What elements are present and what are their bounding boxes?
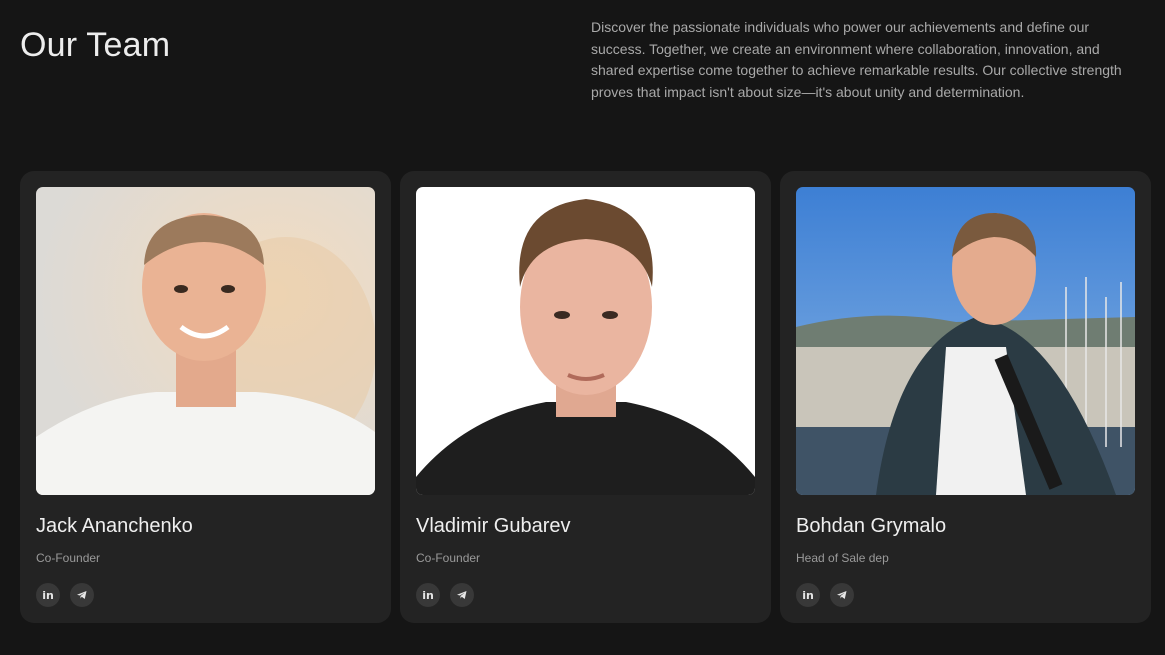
linkedin-icon: in — [42, 588, 54, 602]
member-photo — [416, 187, 755, 495]
telegram-icon — [457, 591, 467, 599]
linkedin-button[interactable]: in — [416, 583, 440, 607]
team-page: Our Team Discover the passionate individ… — [0, 0, 1165, 655]
member-photo — [796, 187, 1135, 495]
member-name: Jack Ananchenko — [36, 515, 193, 537]
telegram-button[interactable] — [450, 583, 474, 607]
social-links: in — [416, 583, 755, 607]
telegram-button[interactable] — [830, 583, 854, 607]
team-card: Vladimir Gubarev Co-Founder in — [400, 171, 771, 623]
member-role: Co-Founder — [416, 551, 481, 565]
member-role: Head of Sale dep — [796, 551, 889, 565]
linkedin-icon: in — [422, 588, 434, 602]
linkedin-icon: in — [802, 588, 814, 602]
team-card: Jack Ananchenko Co-Founder in — [20, 171, 391, 623]
linkedin-button[interactable]: in — [36, 583, 60, 607]
team-card: Bohdan Grymalo Head of Sale dep in — [780, 171, 1151, 623]
telegram-button[interactable] — [70, 583, 94, 607]
member-photo — [36, 187, 375, 495]
team-description: Discover the passionate individuals who … — [591, 19, 1122, 101]
team-cards: Jack Ananchenko Co-Founder in Vladimir G… — [20, 171, 1151, 623]
member-name: Bohdan Grymalo — [796, 515, 947, 537]
social-links: in — [36, 583, 375, 607]
page-title: Our Team — [20, 26, 171, 64]
telegram-icon — [837, 591, 847, 599]
member-role: Co-Founder — [36, 551, 101, 565]
telegram-icon — [77, 591, 87, 599]
member-name: Vladimir Gubarev — [416, 515, 571, 537]
linkedin-button[interactable]: in — [796, 583, 820, 607]
social-links: in — [796, 583, 1135, 607]
